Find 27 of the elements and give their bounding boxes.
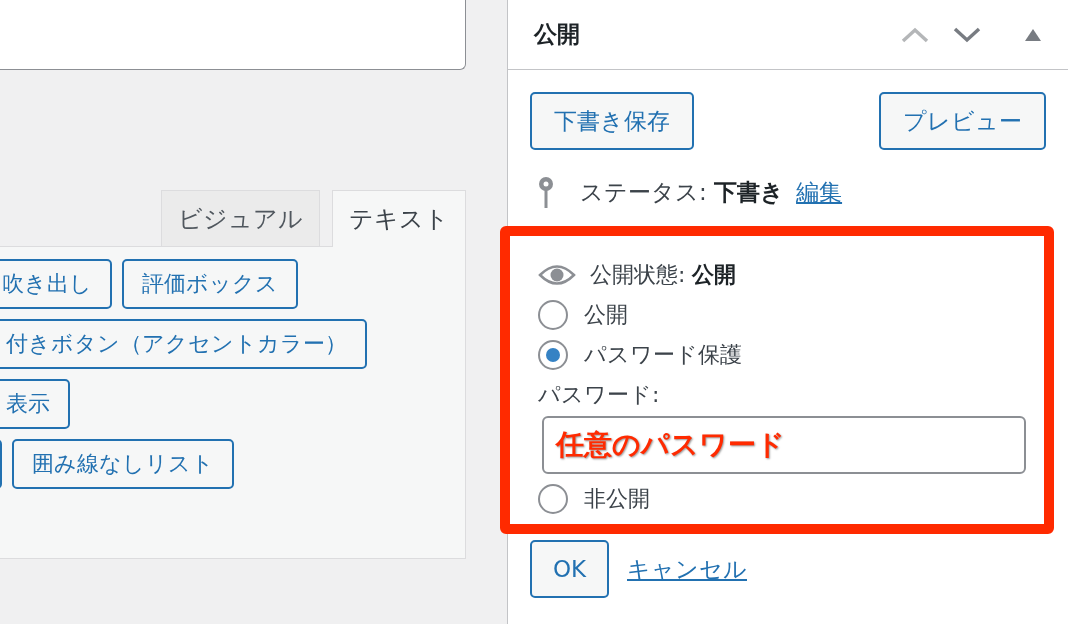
collapse-icon[interactable] xyxy=(1024,27,1042,42)
toolbar-button[interactable]: 囲み線なしリスト xyxy=(12,439,234,489)
action-button[interactable]: プレビュー xyxy=(879,92,1046,150)
password-label: パスワード: xyxy=(538,381,661,409)
radio-label: 非公開 xyxy=(584,485,650,513)
radio-button[interactable] xyxy=(538,340,568,370)
password-field[interactable]: 任意のパスワード xyxy=(542,416,1026,474)
editor-tab[interactable]: テキスト xyxy=(332,190,466,247)
visibility-text: 公開状態: 公開 xyxy=(590,261,737,289)
cancel-link[interactable]: キャンセル xyxy=(627,553,747,585)
action-button[interactable]: 下書き保存 xyxy=(530,92,694,150)
toolbar-button[interactable]: 評価ボックス xyxy=(122,259,298,309)
radio-label: 公開 xyxy=(584,301,628,329)
panel-title: 公開 xyxy=(534,20,581,49)
radio-button[interactable] xyxy=(538,484,568,514)
edit-link[interactable]: 編集 xyxy=(796,176,843,208)
radio-label: パスワード保護 xyxy=(584,341,742,369)
editor-tab[interactable]: ビジュアル xyxy=(161,190,320,246)
radio-button[interactable] xyxy=(538,300,568,330)
toolbar-button[interactable]: 付きボタン（アクセントカラー） xyxy=(0,319,367,369)
pin-icon xyxy=(538,176,554,208)
title-field[interactable] xyxy=(0,0,466,70)
ok-button[interactable]: OK xyxy=(530,540,609,598)
toolbar-button[interactable]: 表示 xyxy=(0,379,70,429)
eye-icon xyxy=(538,264,576,286)
toolbar-button[interactable]: 吹き出し xyxy=(0,259,112,309)
status-text: ステータス: 下書き xyxy=(580,177,785,207)
